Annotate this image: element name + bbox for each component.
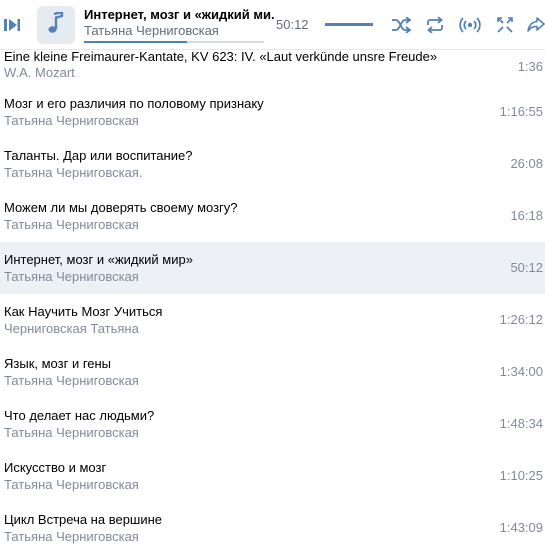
next-icon[interactable] (8, 17, 22, 33)
album-cover[interactable] (37, 6, 75, 44)
track-row[interactable]: Можем ли мы доверять своему мозгу? Татьян… (0, 190, 545, 242)
track-title[interactable]: Что делает нас людьми? (4, 408, 474, 423)
track-title[interactable]: Как Научить Мозг Учиться (4, 304, 474, 319)
track-artist[interactable]: Черниговская Татьяна (4, 321, 474, 336)
track-artist[interactable]: Татьяна Черниговская (4, 269, 474, 284)
now-playing-artist[interactable]: Татьяна Черниговская (84, 23, 274, 38)
track-duration: 1:43:09 (499, 520, 543, 535)
track-duration: 26:08 (510, 156, 543, 171)
track-title[interactable]: Таланты. Дар или воспитание? (4, 148, 474, 163)
track-title[interactable]: Можем ли мы доверять своему мозгу? (4, 200, 474, 215)
volume-fill (325, 23, 373, 26)
track-row[interactable]: Цикл Встреча на вершине Татьяна Черниговс… (0, 502, 545, 554)
now-playing-title[interactable]: Интернет, мозг и «жидкий ми... (84, 7, 274, 22)
track-duration: 50:12 (510, 260, 543, 275)
track-row[interactable]: Как Научить Мозг Учиться Черниговская Тат… (0, 294, 545, 346)
track-artist[interactable]: Татьяна Черниговская (4, 113, 474, 128)
track-row[interactable]: Искусство и мозг Татьяна Черниговская 1:10… (0, 450, 545, 502)
track-artist[interactable]: Татьяна Черниговская (4, 425, 474, 440)
playback-progress-bar[interactable] (84, 41, 264, 43)
track-artist[interactable]: Татьяна Черниговская (4, 373, 474, 388)
track-row[interactable]: Интернет, мозг и «жидкий мир» Татьяна Чер… (0, 242, 545, 294)
volume-slider[interactable] (325, 23, 373, 26)
track-title[interactable]: Искусство и мозг (4, 460, 474, 475)
track-duration: 1:10:25 (499, 468, 543, 483)
track-row[interactable]: Что делает нас людьми? Татьяна Черниговск… (0, 398, 545, 450)
track-duration: 1:16:55 (499, 104, 543, 119)
track-list: Eine kleine Freimaurer-Kantate, KV 623: … (0, 42, 545, 554)
track-title[interactable]: Мозг и его различия по половому признаку (4, 96, 474, 111)
track-title[interactable]: Eine kleine Freimaurer-Kantate, KV 623: … (4, 49, 474, 64)
track-row[interactable]: Язык, мозг и гены Татьяна Черниговская 1:3… (0, 346, 545, 398)
track-artist[interactable]: Татьяна Черниговская (4, 217, 474, 232)
broadcast-icon[interactable] (458, 14, 482, 36)
playback-progress-fill (84, 41, 187, 43)
track-title[interactable]: Интернет, мозг и «жидкий мир» (4, 252, 474, 267)
track-duration: 16:18 (510, 208, 543, 223)
share-icon[interactable] (526, 15, 545, 35)
track-duration: 1:26:12 (499, 312, 543, 327)
track-artist[interactable]: W.A. Mozart (4, 65, 474, 80)
track-artist[interactable]: Татьяна Черниговская (4, 477, 474, 492)
track-title[interactable]: Язык, мозг и гены (4, 356, 474, 371)
track-row[interactable]: Мозг и его различия по половому признаку… (0, 86, 545, 138)
related-icon[interactable] (494, 14, 516, 36)
playback-time[interactable]: 50:12 (276, 17, 309, 32)
repeat-icon[interactable] (424, 15, 446, 35)
shuffle-icon[interactable] (390, 15, 412, 35)
track-artist[interactable]: Татьяна Черниговская. (4, 165, 474, 180)
track-row[interactable]: Таланты. Дар или воспитание? Татьяна Черн… (0, 138, 545, 190)
track-duration: 1:48:34 (499, 416, 543, 431)
audio-player-bar: Интернет, мозг и «жидкий ми... Татьяна Ч… (0, 0, 545, 50)
track-artist[interactable]: Татьяна Черниговская (4, 529, 474, 544)
music-note-icon (47, 10, 65, 39)
track-duration: 1:34:00 (499, 364, 543, 379)
track-title[interactable]: Цикл Встреча на вершине (4, 512, 474, 527)
track-duration: 1:36 (517, 59, 543, 74)
